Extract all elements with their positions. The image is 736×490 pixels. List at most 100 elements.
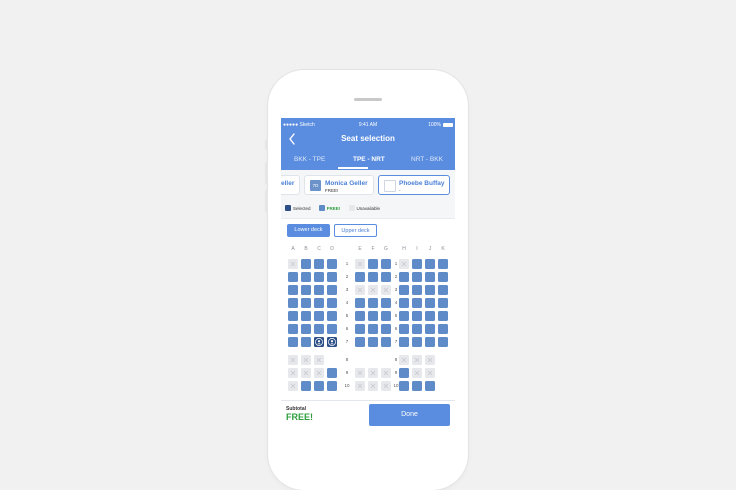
seat-free[interactable] xyxy=(301,381,311,391)
seat-free[interactable] xyxy=(412,337,422,347)
column-header: G xyxy=(384,246,388,252)
seat-free[interactable] xyxy=(425,324,435,334)
seat-free[interactable] xyxy=(288,337,298,347)
seat-map-panel: Lower deck Upper deck ABCDEFGHIJK1122334… xyxy=(281,218,455,403)
passenger-price: FREE! xyxy=(325,188,339,193)
seat-free[interactable] xyxy=(327,285,337,295)
seat-free[interactable] xyxy=(399,324,409,334)
seat-free[interactable] xyxy=(425,259,435,269)
seat-free[interactable] xyxy=(355,324,365,334)
seat-free[interactable] xyxy=(288,311,298,321)
phone-side-button xyxy=(265,162,268,184)
seat-free[interactable] xyxy=(425,311,435,321)
passenger-card[interactable]: eller xyxy=(281,175,300,195)
seat-free[interactable] xyxy=(381,311,391,321)
seat-free[interactable] xyxy=(314,381,324,391)
seat-free[interactable] xyxy=(327,368,337,378)
seat-selected[interactable] xyxy=(327,337,337,347)
seat-free[interactable] xyxy=(381,324,391,334)
seat-free[interactable] xyxy=(327,311,337,321)
seat-free[interactable] xyxy=(381,272,391,282)
seat-free[interactable] xyxy=(438,311,448,321)
seat-free[interactable] xyxy=(438,298,448,308)
seat-free[interactable] xyxy=(355,311,365,321)
seat-free[interactable] xyxy=(399,311,409,321)
done-button[interactable]: Done xyxy=(369,404,450,426)
row-number: 10 xyxy=(344,383,350,388)
seat-free[interactable] xyxy=(301,272,311,282)
seat-free[interactable] xyxy=(368,298,378,308)
seat-free[interactable] xyxy=(327,272,337,282)
passenger-card-active[interactable]: Phoebe Buffay - xyxy=(378,175,450,195)
seat-free[interactable] xyxy=(301,298,311,308)
seat-free[interactable] xyxy=(368,324,378,334)
seat-free[interactable] xyxy=(355,272,365,282)
seat-free[interactable] xyxy=(412,272,422,282)
seat-free[interactable] xyxy=(412,285,422,295)
seat-free[interactable] xyxy=(412,298,422,308)
seat-free[interactable] xyxy=(314,259,324,269)
seat-free[interactable] xyxy=(425,337,435,347)
seat-free[interactable] xyxy=(438,324,448,334)
passenger-card[interactable]: 7D Monica Geller FREE! xyxy=(304,175,374,195)
seat-free[interactable] xyxy=(301,285,311,295)
seat-free[interactable] xyxy=(301,337,311,347)
seat-free[interactable] xyxy=(368,272,378,282)
tab-nrt-bkk[interactable]: NRT - BKK xyxy=(411,155,443,165)
tab-tpe-nrt[interactable]: TPE - NRT xyxy=(353,155,385,165)
seat-unavailable xyxy=(368,368,378,378)
seat-free[interactable] xyxy=(399,337,409,347)
seat-free[interactable] xyxy=(355,337,365,347)
seat-free[interactable] xyxy=(381,337,391,347)
seat-free[interactable] xyxy=(301,324,311,334)
seat-free[interactable] xyxy=(288,272,298,282)
upper-deck-button[interactable]: Upper deck xyxy=(334,224,377,237)
seat-free[interactable] xyxy=(314,311,324,321)
seat-unavailable xyxy=(314,368,324,378)
seat-free[interactable] xyxy=(314,298,324,308)
lower-deck-button[interactable]: Lower deck xyxy=(287,224,330,237)
seat-free[interactable] xyxy=(399,298,409,308)
seat-free[interactable] xyxy=(327,298,337,308)
seat-free[interactable] xyxy=(438,272,448,282)
seat-free[interactable] xyxy=(327,259,337,269)
seat-free[interactable] xyxy=(412,381,422,391)
seat-free[interactable] xyxy=(438,259,448,269)
seat-free[interactable] xyxy=(399,272,409,282)
x-mark-icon xyxy=(290,383,296,389)
seat-free[interactable] xyxy=(412,324,422,334)
seat-free[interactable] xyxy=(288,298,298,308)
seat-free[interactable] xyxy=(327,381,337,391)
seat-selected[interactable] xyxy=(314,337,324,347)
seat-free[interactable] xyxy=(425,381,435,391)
column-header: K xyxy=(441,246,445,252)
seat-free[interactable] xyxy=(425,285,435,295)
seat-free[interactable] xyxy=(412,259,422,269)
seat-free[interactable] xyxy=(381,298,391,308)
seat-free[interactable] xyxy=(314,285,324,295)
tab-bkk-tpe[interactable]: BKK - TPE xyxy=(294,155,325,165)
seat-free[interactable] xyxy=(327,324,337,334)
phone-side-button xyxy=(265,190,268,212)
seat-free[interactable] xyxy=(368,311,378,321)
seat-free[interactable] xyxy=(368,259,378,269)
seat-free[interactable] xyxy=(425,272,435,282)
seat-free[interactable] xyxy=(288,324,298,334)
seat-free[interactable] xyxy=(288,285,298,295)
seat-free[interactable] xyxy=(301,259,311,269)
seat-free[interactable] xyxy=(438,285,448,295)
seat-free[interactable] xyxy=(399,368,409,378)
seat-free[interactable] xyxy=(399,285,409,295)
seat-free[interactable] xyxy=(399,381,409,391)
seat-free[interactable] xyxy=(368,337,378,347)
seat-free[interactable] xyxy=(314,324,324,334)
seat-free[interactable] xyxy=(314,272,324,282)
seat-free[interactable] xyxy=(425,298,435,308)
person-icon xyxy=(328,338,336,346)
seat-free[interactable] xyxy=(301,311,311,321)
seat-free[interactable] xyxy=(438,337,448,347)
seat-free[interactable] xyxy=(355,298,365,308)
seat-free[interactable] xyxy=(412,311,422,321)
seat-free[interactable] xyxy=(381,259,391,269)
x-mark-icon xyxy=(290,261,296,267)
